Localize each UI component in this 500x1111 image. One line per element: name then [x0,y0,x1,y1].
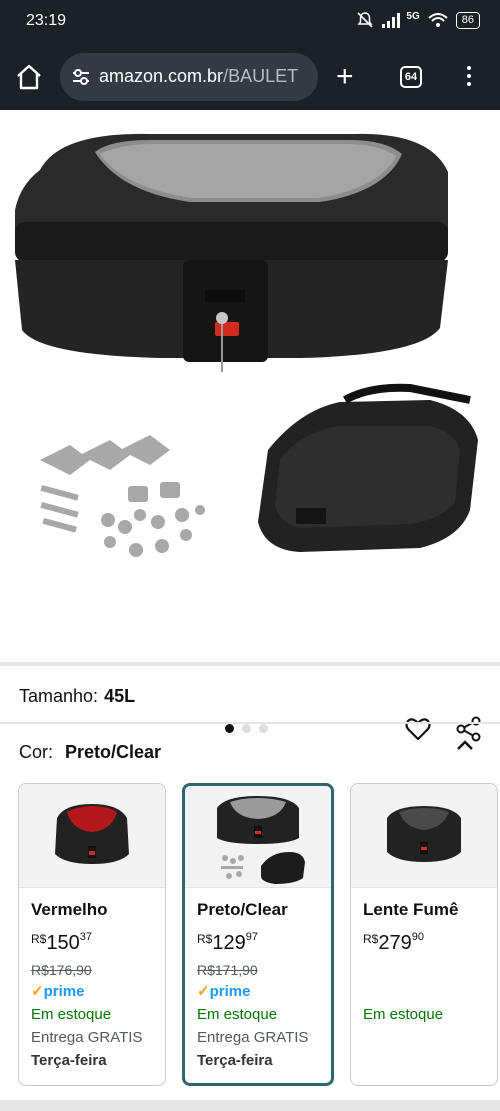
list-price: R$171,90 [197,962,258,978]
battery-indicator: 86 [455,11,480,29]
variant-image-clear-case [217,796,305,884]
browser-toolbar: amazon.com.br/BAULET + 64 [0,44,500,110]
variant-name: Preto/Clear [197,900,288,919]
url-text[interactable]: amazon.com.br/BAULET [99,66,298,87]
variant-price: R$12997 [197,931,258,954]
variant-thumbnail [351,784,497,888]
status-time: 23:19 [26,12,67,29]
status-bar: 23:19 5G 86 [0,0,500,44]
stock-status: Em estoque [31,1006,112,1023]
network-type: 5G [406,10,420,22]
prime-badge: ✓prime [31,983,85,1000]
carousel-dot[interactable] [242,724,251,733]
heart-icon[interactable] [404,715,432,743]
variant-card-lente-fume[interactable]: Lente Fumê R$27990 Em estoque [350,783,498,1086]
size-label: Tamanho: [19,686,99,706]
chevron-up-icon[interactable] [455,738,475,752]
status-icons: 5G 86 [356,11,480,29]
url-path: /BAULET [223,66,299,86]
prime-badge: ✓prime [197,983,251,1000]
variant-card-vermelho[interactable]: Vermelho R$15037 R$176,90 ✓prime Em esto… [18,783,166,1086]
color-label: Cor: [19,742,54,762]
site-settings-icon[interactable] [70,66,92,88]
variant-name: Lente Fumê [363,900,459,919]
carousel-dot[interactable] [225,724,234,733]
tab-switcher-button[interactable]: 64 [400,66,422,88]
mute-icon [357,12,373,28]
stock-status: Em estoque [197,1006,278,1023]
variant-price: R$15037 [31,931,92,954]
variant-card-preto-clear[interactable]: Preto/Clear R$12997 R$171,90 ✓prime Em e… [182,783,334,1086]
bottom-scroll-strip [0,1100,500,1111]
delivery-day: Terça-feira [197,1052,273,1069]
url-host: amazon.com.br [99,66,224,86]
delivery-info: Entrega GRATIS [197,1029,309,1046]
variant-thumbnail [185,786,331,888]
section-divider [0,662,500,666]
variant-image-red-case [55,804,129,864]
image-carousel-dots[interactable] [225,724,268,733]
color-selector: Cor: Preto/Clear [19,742,161,763]
variant-price: R$27990 [363,931,424,954]
wifi-icon [428,13,448,27]
size-selector: Tamanho: 45L [19,686,135,707]
list-price: R$176,90 [31,962,92,978]
variant-image-smoke-case [387,806,461,862]
section-divider [0,722,500,724]
color-value: Preto/Clear [65,742,162,762]
delivery-info: Entrega GRATIS [31,1029,143,1046]
product-image-topcase [15,133,478,557]
menu-icon[interactable] [462,66,476,90]
address-bar[interactable]: amazon.com.br/BAULET [60,53,318,101]
variant-thumbnail [19,784,165,888]
delivery-day: Terça-feira [31,1052,107,1069]
stock-status: Em estoque [363,1006,444,1023]
variant-name: Vermelho [31,900,108,919]
product-image-gallery[interactable] [0,110,500,742]
signal-icon [382,13,401,28]
carousel-dot[interactable] [259,724,268,733]
size-value: 45L [104,686,136,706]
new-tab-button[interactable]: + [336,62,354,92]
home-icon[interactable] [14,62,44,92]
